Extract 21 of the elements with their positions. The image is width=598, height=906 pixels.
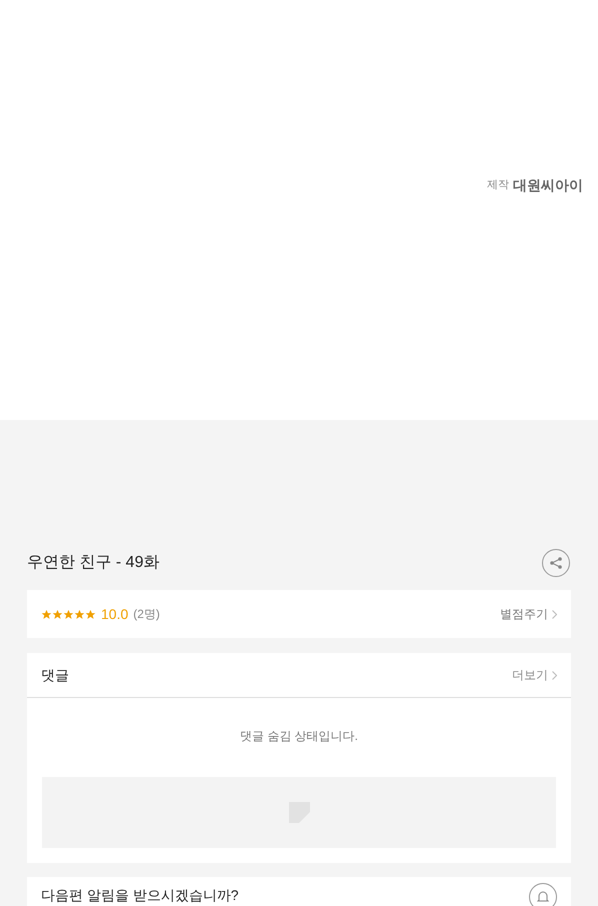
star-icon	[41, 608, 52, 620]
share-button[interactable]	[542, 549, 570, 577]
star-icon	[52, 608, 63, 620]
more-link[interactable]: 더보기	[512, 666, 557, 684]
bell-icon	[536, 890, 550, 904]
share-icon	[549, 556, 563, 570]
chevron-right-icon	[552, 670, 557, 680]
rating-score: 10.0	[101, 604, 128, 624]
star-icon	[63, 608, 74, 620]
rating-count: (2명)	[133, 606, 160, 623]
credit-name: 대원씨아이	[513, 176, 583, 195]
star-icon	[74, 608, 85, 620]
notification-button[interactable]	[529, 883, 557, 906]
hidden-comments-message: 댓글 숨김 상태입니다.	[240, 728, 358, 745]
episode-title: 우연한 친구 - 49화	[27, 553, 160, 573]
notification-question: 다음편 알림을 받으시겠습니까?	[41, 887, 239, 903]
credit-label: 제작	[487, 178, 509, 194]
chevron-right-icon	[552, 610, 557, 618]
comments-title: 댓글	[41, 666, 69, 684]
rate-link[interactable]: 별점주기	[500, 605, 557, 623]
star-icon	[85, 608, 96, 620]
